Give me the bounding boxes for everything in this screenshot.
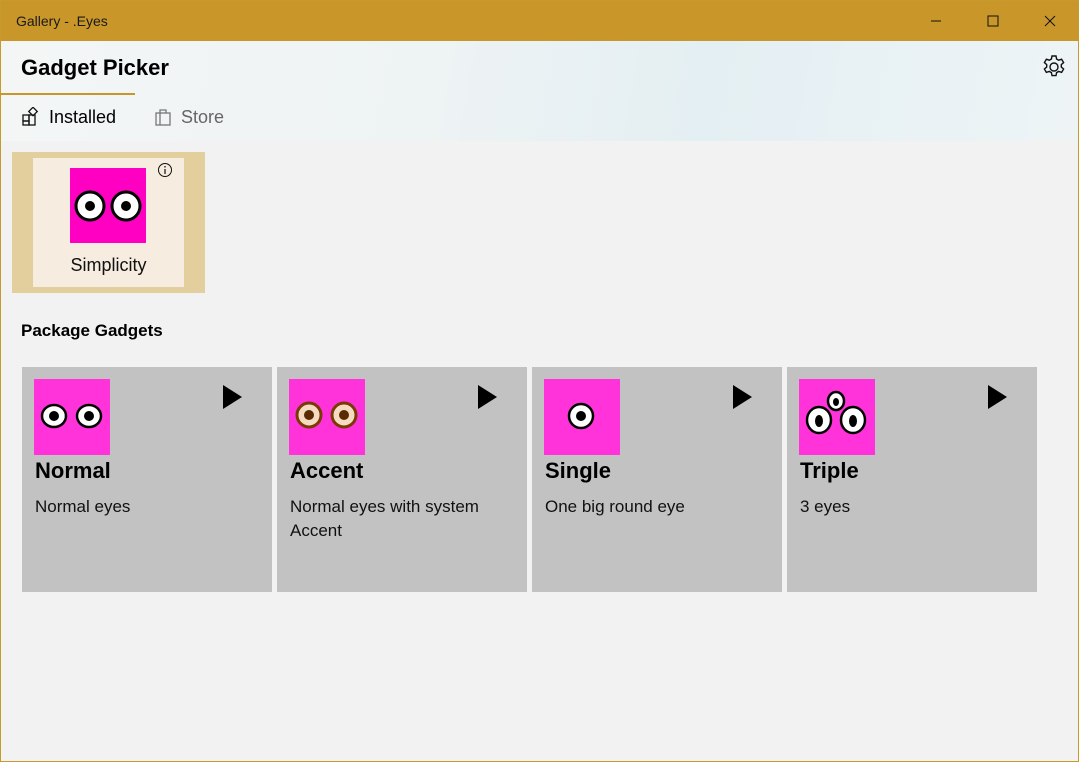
title-bar: Gallery - .Eyes [1,1,1078,41]
page-title: Gadget Picker [21,55,169,80]
tab-store[interactable]: Store [153,93,263,141]
window-title: Gallery - .Eyes [16,13,108,29]
gadget-card-single[interactable]: Single One big round eye [532,367,782,592]
gadget-name: Triple [800,458,859,483]
gadget-thumbnail [289,379,365,455]
gadget-thumbnail [34,379,110,455]
tab-installed[interactable]: Installed [1,93,135,141]
gadget-name: Normal [35,458,111,483]
installed-gadget-label: Simplicity [70,255,147,275]
gadget-name: Single [545,458,612,483]
section-title: Package Gadgets [21,321,163,340]
gadget-card-accent[interactable]: Accent Normal eyes with system Accent [277,367,527,592]
installed-gadget-simplicity[interactable]: Simplicity [12,152,205,293]
minimize-icon [930,20,941,22]
gadget-thumbnail [799,379,875,455]
play-icon[interactable] [220,383,244,411]
gadget-thumbnail [544,379,620,455]
page-header: Gadget Picker Installed Store [1,41,1078,141]
gadget-description: 3 eyes [800,497,851,516]
gadget-name: Accent [290,458,364,483]
close-icon [1044,15,1055,27]
play-icon[interactable] [985,383,1009,411]
minimize-button[interactable] [907,1,964,41]
gadget-description: Normal eyes [35,497,131,516]
gadget-thumbnail [70,168,146,243]
maximize-button[interactable] [964,1,1021,41]
gadget-card-normal[interactable]: Normal Normal eyes [22,367,272,592]
store-bag-icon [153,107,173,127]
play-icon[interactable] [730,383,754,411]
app-window: Gallery - .Eyes Gadget Picker Installed … [0,0,1079,762]
accent-eyes-icon [295,401,358,429]
tab-store-label: Store [181,106,225,127]
eyes-icon [74,190,142,222]
gear-icon [1043,55,1065,77]
maximize-icon [987,15,998,27]
installed-gadget-card: Simplicity [33,158,184,287]
gadget-card-triple[interactable]: Triple 3 eyes [787,367,1037,592]
single-eye-icon [567,402,595,430]
tab-installed-label: Installed [49,106,117,127]
close-button[interactable] [1021,1,1078,41]
installed-icon [21,107,41,127]
eyes-icon [40,403,103,429]
triple-eyes-icon [805,390,867,435]
play-icon[interactable] [475,383,499,411]
settings-button[interactable] [1039,52,1069,82]
info-icon[interactable] [157,162,173,178]
gadget-description: Normal eyes with system Accent [290,497,479,540]
gadget-description: One big round eye [545,497,685,516]
